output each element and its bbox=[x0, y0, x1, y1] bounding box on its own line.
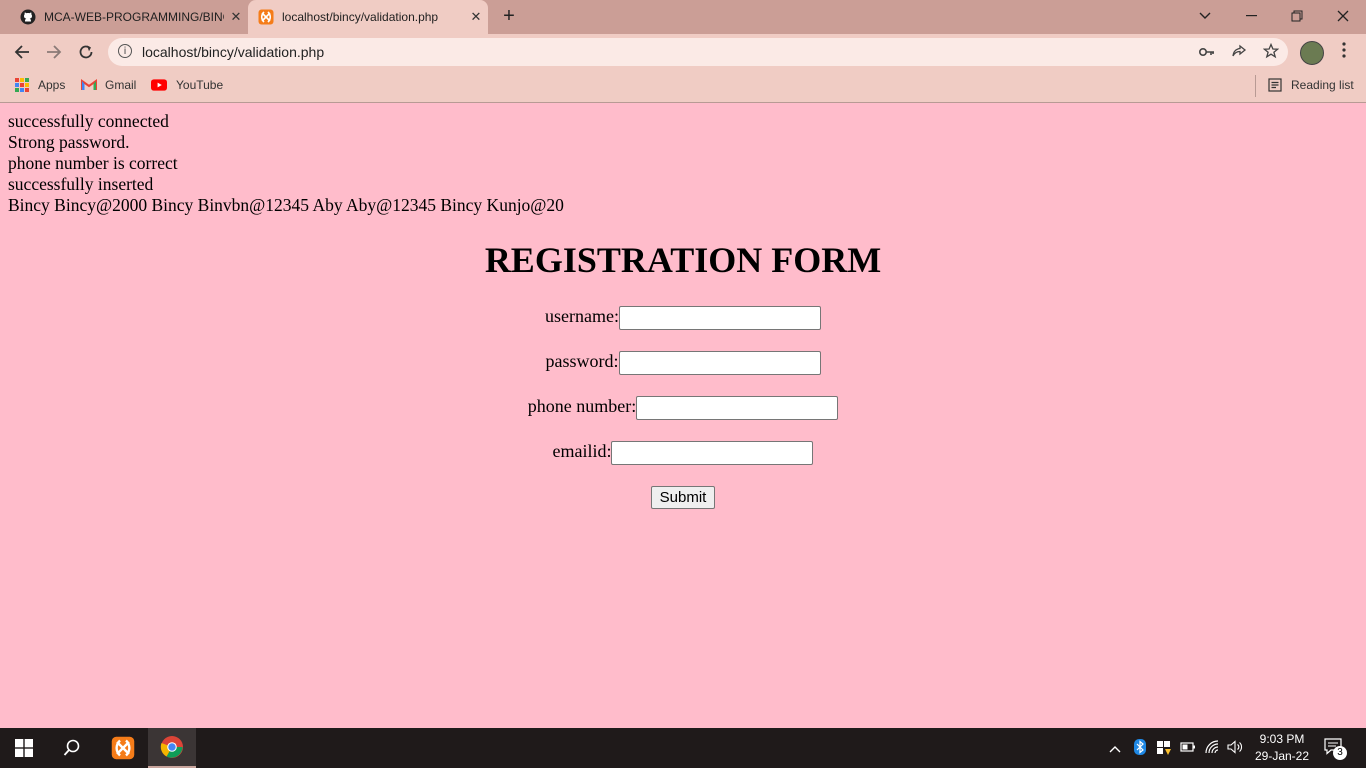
security-shield-icon[interactable] bbox=[1156, 740, 1172, 759]
notifications-icon[interactable]: 3 bbox=[1324, 738, 1347, 760]
back-arrow-icon[interactable] bbox=[8, 38, 36, 66]
close-tab-icon[interactable]: ✕ bbox=[224, 9, 248, 25]
status-message: Strong password. bbox=[8, 132, 130, 152]
bookmark-star-icon[interactable] bbox=[1262, 42, 1280, 61]
submit-button[interactable]: Submit bbox=[651, 486, 715, 509]
bookmarks-bar: Apps Gmail YouTube Reading list bbox=[0, 70, 1366, 103]
password-row: password: bbox=[0, 351, 1366, 375]
server-messages: successfully connected Strong password. … bbox=[8, 111, 564, 216]
address-bar[interactable]: i localhost/bincy/validation.php bbox=[108, 38, 1288, 66]
youtube-icon bbox=[151, 77, 167, 93]
username-label: username: bbox=[545, 306, 619, 327]
status-message: successfully connected bbox=[8, 111, 169, 131]
chrome-taskbar-icon[interactable] bbox=[148, 728, 196, 768]
apps-grid-icon bbox=[14, 77, 30, 93]
notification-badge: 3 bbox=[1333, 746, 1347, 760]
key-icon[interactable] bbox=[1198, 43, 1216, 61]
password-input[interactable] bbox=[618, 351, 821, 375]
page-content: successfully connected Strong password. … bbox=[0, 103, 1366, 728]
close-window-icon[interactable] bbox=[1320, 0, 1366, 32]
page-title: REGISTRATION FORM bbox=[484, 240, 882, 280]
tab-title: localhost/bincy/validation.php bbox=[282, 10, 439, 24]
reading-list-icon bbox=[1267, 77, 1283, 93]
site-info-icon[interactable]: i bbox=[118, 44, 132, 58]
username-row: username: bbox=[0, 306, 1366, 330]
xampp-icon bbox=[258, 9, 274, 25]
phone-row: phone number: bbox=[0, 396, 1366, 420]
phone-number-label: phone number: bbox=[527, 396, 637, 417]
restore-icon[interactable] bbox=[1274, 0, 1320, 32]
phone-number-input[interactable] bbox=[636, 396, 839, 420]
bookmark-apps[interactable]: Apps bbox=[14, 77, 65, 93]
tab-search-icon[interactable] bbox=[1182, 0, 1228, 32]
system-clock[interactable]: 9:03 PM 29-Jan-22 bbox=[1246, 731, 1318, 765]
tab-github[interactable]: MCA-WEB-PROGRAMMING/BINC ✕ bbox=[8, 0, 248, 34]
emailid-input[interactable] bbox=[611, 441, 814, 465]
wifi-icon[interactable] bbox=[1205, 740, 1221, 757]
reload-icon[interactable] bbox=[72, 38, 100, 66]
reading-list-button[interactable]: Reading list bbox=[1267, 77, 1354, 93]
search-icon[interactable] bbox=[48, 728, 96, 768]
tab-validation[interactable]: localhost/bincy/validation.php ✕ bbox=[248, 0, 488, 34]
username-input[interactable] bbox=[618, 306, 821, 330]
show-hidden-icons-icon[interactable] bbox=[1109, 740, 1121, 756]
windows-start-icon[interactable] bbox=[0, 728, 48, 768]
minimize-icon[interactable] bbox=[1228, 0, 1274, 32]
divider bbox=[1255, 75, 1256, 97]
kebab-menu-icon[interactable] bbox=[1334, 40, 1354, 64]
github-icon bbox=[20, 9, 36, 25]
clock-time: 9:03 PM bbox=[1259, 732, 1305, 746]
records-output: Bincy Bincy@2000 Bincy Binvbn@12345 Aby … bbox=[8, 195, 564, 215]
share-icon[interactable] bbox=[1230, 43, 1248, 61]
bluetooth-icon[interactable] bbox=[1134, 739, 1146, 758]
email-row: emailid: bbox=[0, 441, 1366, 465]
windows-taskbar: 9:03 PM 29-Jan-22 3 bbox=[0, 728, 1366, 768]
tab-title: MCA-WEB-PROGRAMMING/BINC bbox=[44, 10, 224, 24]
close-tab-icon[interactable]: ✕ bbox=[464, 9, 488, 25]
status-message: successfully inserted bbox=[8, 174, 154, 194]
browser-toolbar: i localhost/bincy/validation.php bbox=[0, 34, 1366, 70]
bookmark-youtube[interactable]: YouTube bbox=[151, 77, 223, 93]
bookmark-label: Apps bbox=[38, 78, 66, 92]
emailid-label: emailid: bbox=[552, 441, 612, 462]
bookmark-label: YouTube bbox=[176, 78, 224, 92]
status-message: phone number is correct bbox=[8, 153, 178, 173]
gmail-icon bbox=[81, 77, 97, 93]
new-tab-button[interactable]: + bbox=[498, 5, 520, 27]
password-label: password: bbox=[545, 351, 619, 372]
bookmark-label: Gmail bbox=[105, 78, 137, 92]
forward-arrow-icon[interactable] bbox=[40, 38, 68, 66]
battery-icon[interactable] bbox=[1180, 740, 1196, 756]
volume-icon[interactable] bbox=[1227, 740, 1245, 757]
bookmark-gmail[interactable]: Gmail bbox=[81, 77, 136, 93]
reading-list-label: Reading list bbox=[1291, 78, 1354, 92]
profile-avatar[interactable] bbox=[1300, 41, 1324, 65]
xampp-taskbar-icon[interactable] bbox=[99, 728, 147, 768]
clock-date: 29-Jan-22 bbox=[1254, 749, 1310, 763]
url-text[interactable]: localhost/bincy/validation.php bbox=[142, 44, 324, 60]
tab-strip: MCA-WEB-PROGRAMMING/BINC ✕ localhost/bin… bbox=[0, 0, 1366, 34]
